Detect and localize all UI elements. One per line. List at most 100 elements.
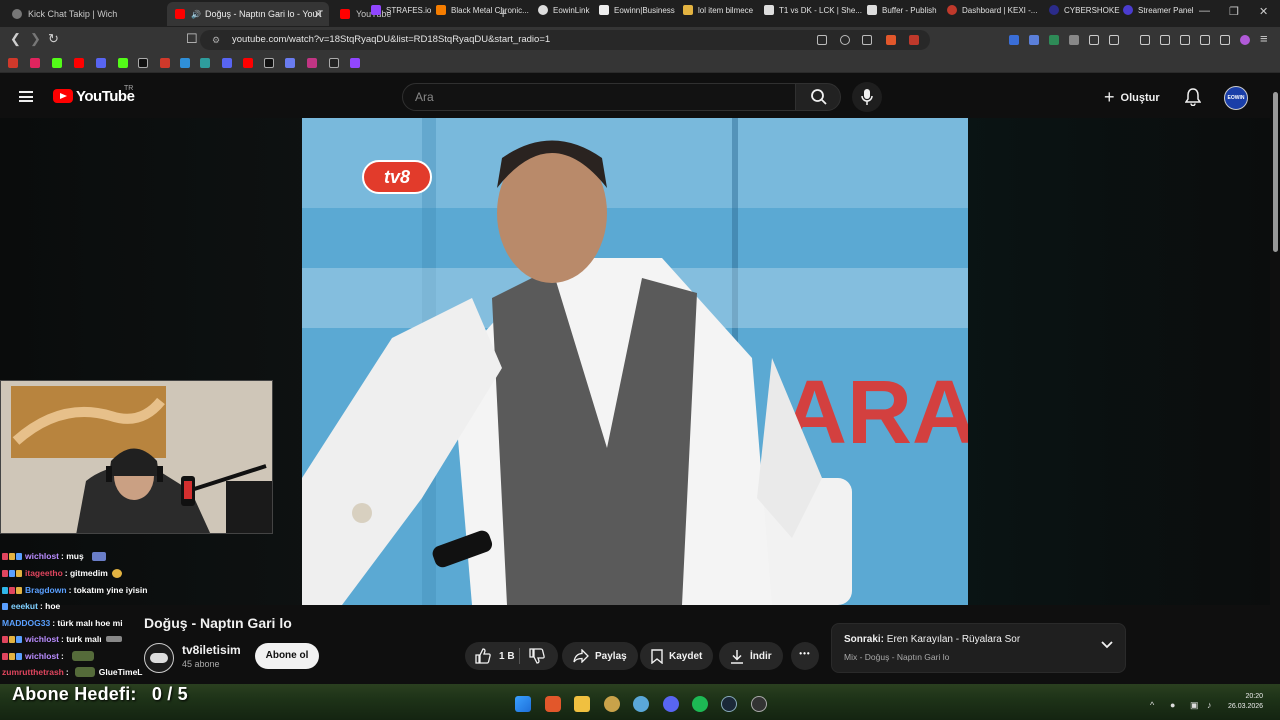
up-next-panel[interactable]: Sonraki: Eren Karayılan - Rüyalara Sor M…: [831, 623, 1126, 673]
scrollbar-thumb[interactable]: [1273, 92, 1278, 252]
minimize-icon[interactable]: —: [1199, 5, 1210, 17]
up-next-playlist: Mix - Doğuş - Naptın Gari lo: [844, 652, 950, 662]
brave-taskbar-icon[interactable]: [545, 696, 561, 712]
chat-username: Bragdown: [25, 585, 67, 595]
chat-username: itageetho: [25, 568, 63, 578]
save-button[interactable]: Kaydet: [640, 642, 714, 670]
windows-start-icon[interactable]: [515, 696, 531, 712]
bookmark-icon[interactable]: ☐: [186, 31, 198, 47]
bookmark-cybershoke[interactable]: CYBERSHOKE: [1049, 3, 1120, 17]
download-icon: [731, 649, 743, 664]
wallet-icon[interactable]: [1180, 35, 1190, 45]
bookmark-streamer-panel[interactable]: Streamer Panel: [1123, 3, 1194, 17]
search-button[interactable]: [795, 83, 841, 111]
subscriber-count: 45 abone: [182, 659, 220, 669]
bookmark-strafes[interactable]: STRAFES.io: [371, 3, 431, 17]
subscribe-button[interactable]: Abone ol: [255, 643, 319, 669]
menu-icon[interactable]: ≡: [1260, 31, 1268, 46]
reload-icon[interactable]: ↻: [48, 31, 59, 47]
playlist-icon[interactable]: [1140, 35, 1150, 45]
url-text: youtube.com/watch?v=18StqRyaqDU&list=RD1…: [232, 34, 551, 45]
display-tray-icon[interactable]: ▣: [1190, 700, 1199, 711]
sidebar-icon[interactable]: [1160, 35, 1170, 45]
leo-ai-icon[interactable]: [1200, 35, 1210, 45]
bookmark-favicon-icon[interactable]: [350, 58, 360, 68]
obs-icon[interactable]: [751, 696, 767, 712]
account-avatar[interactable]: EOWIN: [1224, 86, 1248, 110]
chat-text: : türk malı hoe mi: [52, 618, 123, 628]
voice-search-button[interactable]: [852, 82, 882, 112]
search-input[interactable]: Ara: [402, 83, 796, 111]
bookmark-t1-vs-dk[interactable]: T1 vs DK - LCK | She...: [764, 3, 862, 17]
cast-icon[interactable]: [817, 35, 827, 45]
bookmark-favicon-icon[interactable]: [52, 58, 62, 68]
bookmark-favicon-icon[interactable]: [118, 58, 128, 68]
system-clock[interactable]: 20:20 26.03.2026: [1228, 692, 1263, 712]
extension-a-icon[interactable]: [1009, 35, 1019, 45]
back-icon[interactable]: ❮: [10, 31, 21, 47]
bookmark-favicon-icon[interactable]: [160, 58, 170, 68]
video-player[interactable]: ARA tv8: [302, 118, 968, 605]
app-taskbar-icon[interactable]: [633, 696, 649, 712]
volume-tray-icon[interactable]: ♪: [1207, 700, 1212, 710]
bookmark-favicon-icon[interactable]: [138, 58, 148, 68]
microphone-tray-icon[interactable]: ●: [1170, 700, 1175, 710]
bookmark-black-metal[interactable]: Black Metal Chronic...: [436, 3, 529, 17]
tab-youtube-video[interactable]: 🔊 Doğuş - Naptın Gari lo - YouT ✕: [167, 2, 329, 26]
steam-icon[interactable]: [721, 696, 737, 712]
create-button[interactable]: + Oluştur: [1104, 87, 1160, 108]
bookmark-favicon-icon[interactable]: [222, 58, 232, 68]
audio-playing-icon[interactable]: 🔊: [191, 10, 201, 19]
bookmark-favicon-icon[interactable]: [264, 58, 274, 68]
more-actions-button[interactable]: •••: [791, 642, 819, 670]
restore-icon[interactable]: ❐: [1229, 5, 1239, 18]
extension-c-icon[interactable]: [1049, 35, 1059, 45]
bookmark-favicon-icon[interactable]: [74, 58, 84, 68]
file-explorer-icon[interactable]: [574, 696, 590, 712]
like-button[interactable]: 1 B: [475, 648, 515, 664]
brave-shield-icon[interactable]: [886, 35, 896, 45]
bookmark-favicon-icon[interactable]: [8, 58, 18, 68]
notifications-bell-icon[interactable]: [1185, 88, 1201, 106]
youtube-logo-icon[interactable]: [53, 89, 73, 103]
hamburger-menu-icon[interactable]: [19, 91, 33, 102]
tray-chevron-icon[interactable]: ^: [1150, 700, 1154, 710]
discord-icon[interactable]: [663, 696, 679, 712]
extensions-puzzle-icon[interactable]: [1089, 35, 1099, 45]
bookmark-favicon-icon[interactable]: [307, 58, 317, 68]
share-button[interactable]: Paylaş: [562, 642, 638, 670]
thumbs-down-icon[interactable]: [529, 648, 545, 664]
share-page-icon[interactable]: [862, 35, 872, 45]
download-button[interactable]: İndir: [719, 642, 783, 670]
close-tab-icon[interactable]: ✕: [314, 8, 323, 21]
extension-e-icon[interactable]: [1109, 35, 1119, 45]
channel-avatar[interactable]: [144, 643, 174, 673]
bookmark-eowinn-business[interactable]: Eowinn|Business: [599, 3, 675, 17]
bookmark-favicon-icon[interactable]: [200, 58, 210, 68]
bookmark-lol-item[interactable]: lol item bilmece: [683, 3, 753, 17]
bookmark-dashboard-kexi[interactable]: Dashboard | KEXI -...: [947, 3, 1037, 17]
bookmark-eowinlink[interactable]: EowinLink: [538, 3, 589, 17]
channel-name[interactable]: tv8iletisim: [182, 643, 241, 657]
spotify-icon[interactable]: [692, 696, 708, 712]
profile-icon[interactable]: [1240, 35, 1250, 45]
close-window-icon[interactable]: ✕: [1259, 5, 1268, 18]
zoom-icon[interactable]: [840, 35, 850, 45]
forward-icon[interactable]: ❯: [30, 31, 41, 47]
extension-d-icon[interactable]: [1069, 35, 1079, 45]
blogger-icon: [436, 5, 446, 15]
bookmark-favicon-icon[interactable]: [30, 58, 40, 68]
bookmark-favicon-icon[interactable]: [329, 58, 339, 68]
bookmark-favicon-icon[interactable]: [180, 58, 190, 68]
tab-kick-chat[interactable]: Kick Chat Takip | Wich: [4, 2, 164, 26]
bookmark-favicon-icon[interactable]: [96, 58, 106, 68]
bookmark-buffer[interactable]: Buffer - Publish: [867, 3, 937, 17]
bookmark-favicon-icon[interactable]: [243, 58, 253, 68]
extension-b-icon[interactable]: [1029, 35, 1039, 45]
app-taskbar-icon[interactable]: [604, 696, 620, 712]
chevron-down-icon[interactable]: [1101, 641, 1113, 649]
vpn-icon[interactable]: [1220, 35, 1230, 45]
site-info-icon[interactable]: ⚙: [212, 30, 220, 50]
brave-rewards-icon[interactable]: [909, 35, 919, 45]
bookmark-favicon-icon[interactable]: [285, 58, 295, 68]
